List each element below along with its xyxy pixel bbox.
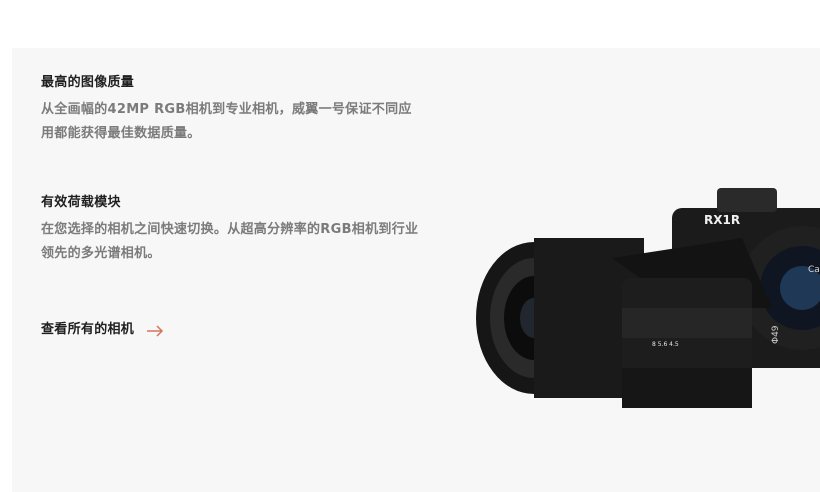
feature-payload-modules: 有效荷载模块 在您选择的相机之间快速切换。从超高分辨率的RGB相机到行业领先的多… [41, 194, 421, 266]
brand-marking: Carl [808, 265, 820, 275]
feature-image-quality: 最高的图像质量 从全画幅的42MP RGB相机到专业相机，威翼一号保证不同应用都… [41, 74, 421, 146]
prime-lens: 8 5.6 4.5 [612, 238, 772, 408]
feature-panel: 最高的图像质量 从全画幅的42MP RGB相机到专业相机，威翼一号保证不同应用都… [12, 48, 820, 492]
lens-scale-marks: 8 5.6 4.5 [652, 341, 679, 348]
camera-badge: RX1R [704, 213, 740, 227]
feature-title: 最高的图像质量 [41, 75, 135, 90]
camera-hotshoe [717, 188, 777, 212]
camera-product-image: RX1R Φ49 Carl 8 5.6 4.5 [476, 188, 820, 408]
view-all-cameras-link[interactable]: 查看所有的相机 [41, 318, 164, 337]
feature-title: 有效荷载模块 [41, 195, 121, 210]
arrow-right-icon [146, 322, 164, 337]
view-all-cameras-label: 查看所有的相机 [41, 322, 135, 337]
feature-description: 在您选择的相机之间快速切换。从超高分辨率的RGB相机到行业领先的多光谱相机。 [41, 222, 419, 261]
feature-description: 从全画幅的42MP RGB相机到专业相机，威翼一号保证不同应用都能获得最佳数据质… [41, 102, 412, 141]
lens-diameter-marking: Φ49 [771, 325, 781, 344]
